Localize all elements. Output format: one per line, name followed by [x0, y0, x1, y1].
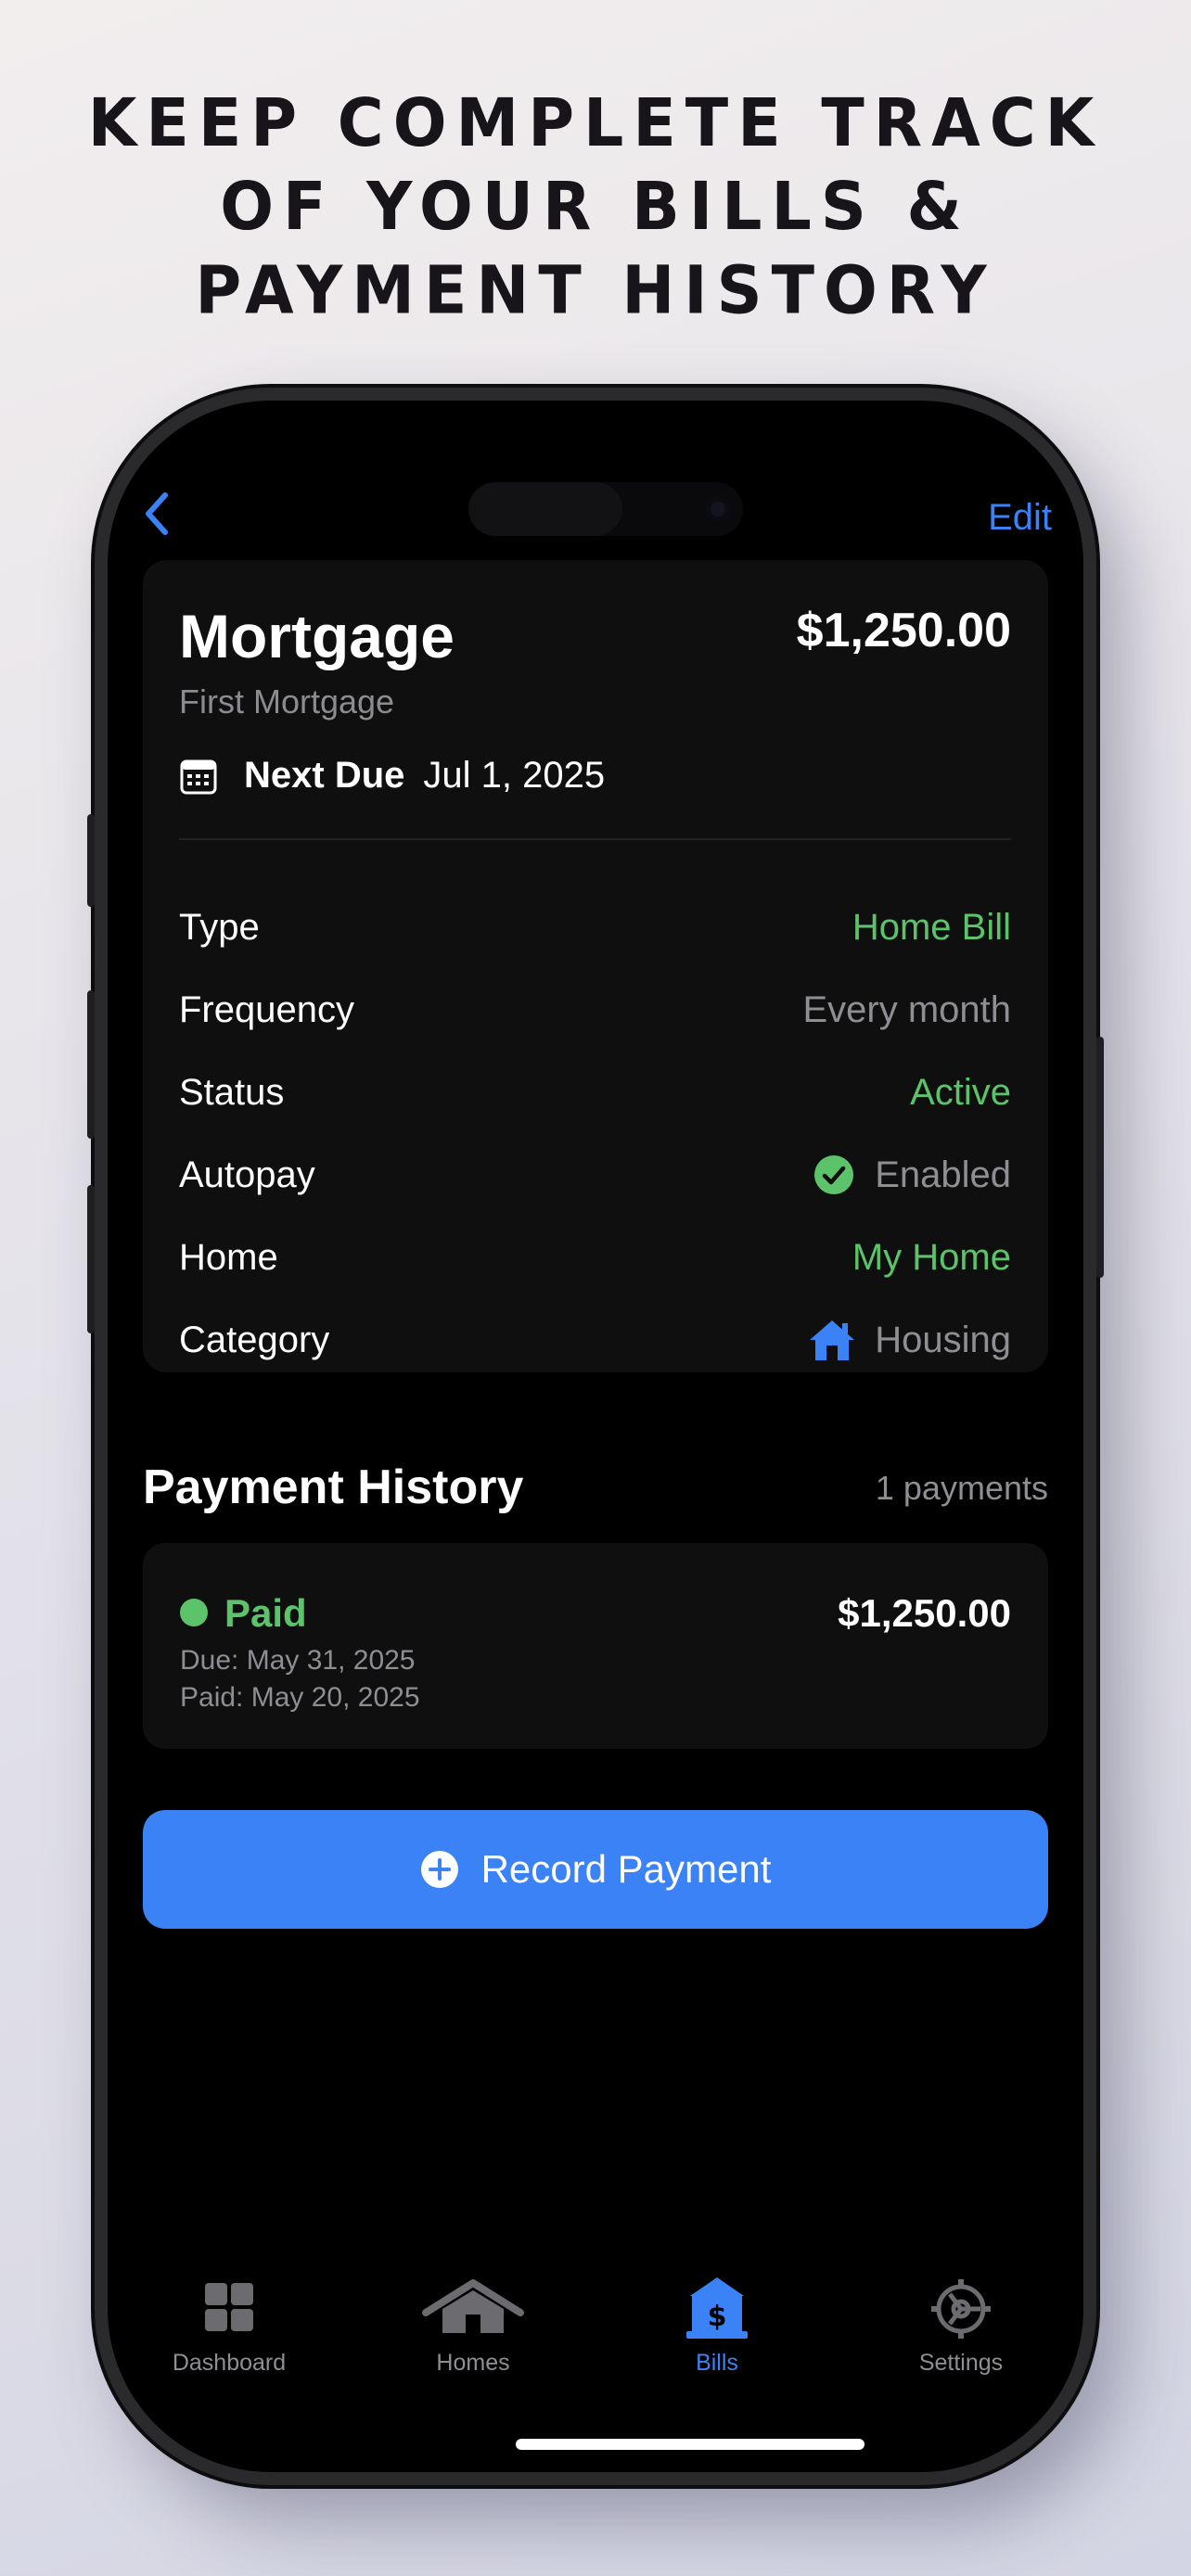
edit-button[interactable]: Edit: [988, 497, 1052, 539]
record-payment-label: Record Payment: [480, 1847, 772, 1891]
camera-icon: [706, 497, 730, 521]
checkmark-circle-icon: [814, 1155, 854, 1194]
detail-label: Home: [179, 1236, 278, 1278]
bill-amount: $1,250.00: [796, 604, 1011, 657]
headline-line-1: KEEP COMPLETE TRACK: [87, 84, 1104, 162]
tab-settings[interactable]: Settings: [868, 2276, 1054, 2377]
tab-label: Settings: [918, 2350, 1004, 2376]
marketing-headline: KEEP COMPLETE TRACK OF YOUR BILLS & PAYM…: [0, 83, 1191, 334]
app-screen: Edit Mortgage $1,250.00 First Mortgage N…: [108, 401, 1083, 2472]
payment-due-date: Due: May 31, 2025: [180, 1645, 416, 1676]
next-due-row: Next Due Jul 1, 2025: [179, 755, 605, 797]
detail-value: Enabled: [875, 1154, 1011, 1195]
next-due-label: Next Due: [244, 755, 405, 796]
plus-circle-icon: [420, 1851, 458, 1888]
phone-frame: Edit Mortgage $1,250.00 First Mortgage N…: [87, 388, 1104, 2485]
bill-title: Mortgage: [179, 602, 455, 670]
detail-row-home: Home My Home: [179, 1230, 1011, 1285]
record-payment-button[interactable]: Record Payment: [143, 1810, 1048, 1929]
house-icon: [422, 2279, 524, 2333]
detail-value: Home Bill: [852, 906, 1011, 948]
bill-subtitle: First Mortgage: [179, 682, 395, 721]
detail-row-status: Status Active: [179, 1065, 1011, 1120]
detail-label: Category: [179, 1319, 330, 1360]
paid-status-dot: [180, 1599, 208, 1626]
bill-detail-card: Mortgage $1,250.00 First Mortgage Next D…: [143, 560, 1048, 1372]
detail-row-frequency: Frequency Every month: [179, 982, 1011, 1038]
tab-dashboard[interactable]: Dashboard: [136, 2276, 322, 2377]
back-button[interactable]: [135, 486, 182, 542]
detail-value: Active: [910, 1071, 1011, 1113]
tab-label: Dashboard: [172, 2350, 287, 2376]
payment-history-title: Payment History: [143, 1460, 524, 1514]
detail-label: Type: [179, 906, 260, 948]
detail-value: Housing: [875, 1319, 1011, 1360]
payment-paid-date: Paid: May 20, 2025: [180, 1682, 420, 1713]
detail-label: Frequency: [179, 988, 354, 1030]
detail-row-type: Type Home Bill: [179, 899, 1011, 955]
divider: [179, 838, 1011, 840]
tab-label: Homes: [436, 2350, 510, 2376]
bank-dollar-icon: $: [686, 2277, 748, 2339]
detail-value: My Home: [852, 1236, 1011, 1278]
headline-line-2: OF YOUR BILLS &: [220, 169, 971, 246]
house-icon: [810, 1320, 855, 1360]
tab-bar: Dashboard Homes $ Bills Settings: [108, 2276, 1083, 2405]
payment-status: Paid: [224, 1591, 307, 1635]
headline-line-3: PAYMENT HISTORY: [195, 252, 996, 330]
tab-bills[interactable]: $ Bills: [624, 2276, 810, 2377]
chevron-left-icon: [146, 492, 168, 535]
dynamic-island: [468, 482, 743, 536]
svg-text:$: $: [708, 2301, 727, 2333]
tab-label: Bills: [696, 2350, 738, 2376]
payment-item[interactable]: Paid $1,250.00 Due: May 31, 2025 Paid: M…: [143, 1543, 1048, 1749]
detail-value: Every month: [802, 988, 1011, 1030]
next-due-date: Jul 1, 2025: [423, 755, 606, 796]
calendar-icon: [180, 759, 217, 794]
home-indicator[interactable]: [516, 2439, 864, 2450]
gear-icon: [931, 2279, 991, 2339]
detail-row-category: Category Housing: [179, 1312, 1011, 1368]
tab-homes[interactable]: Homes: [380, 2276, 566, 2377]
detail-label: Status: [179, 1071, 285, 1113]
payment-count: 1 payments: [875, 1469, 1048, 1507]
payment-amount: $1,250.00: [838, 1591, 1011, 1635]
detail-row-autopay: Autopay Enabled: [179, 1147, 1011, 1203]
detail-label: Autopay: [179, 1154, 315, 1195]
grid-icon: [205, 2283, 253, 2331]
